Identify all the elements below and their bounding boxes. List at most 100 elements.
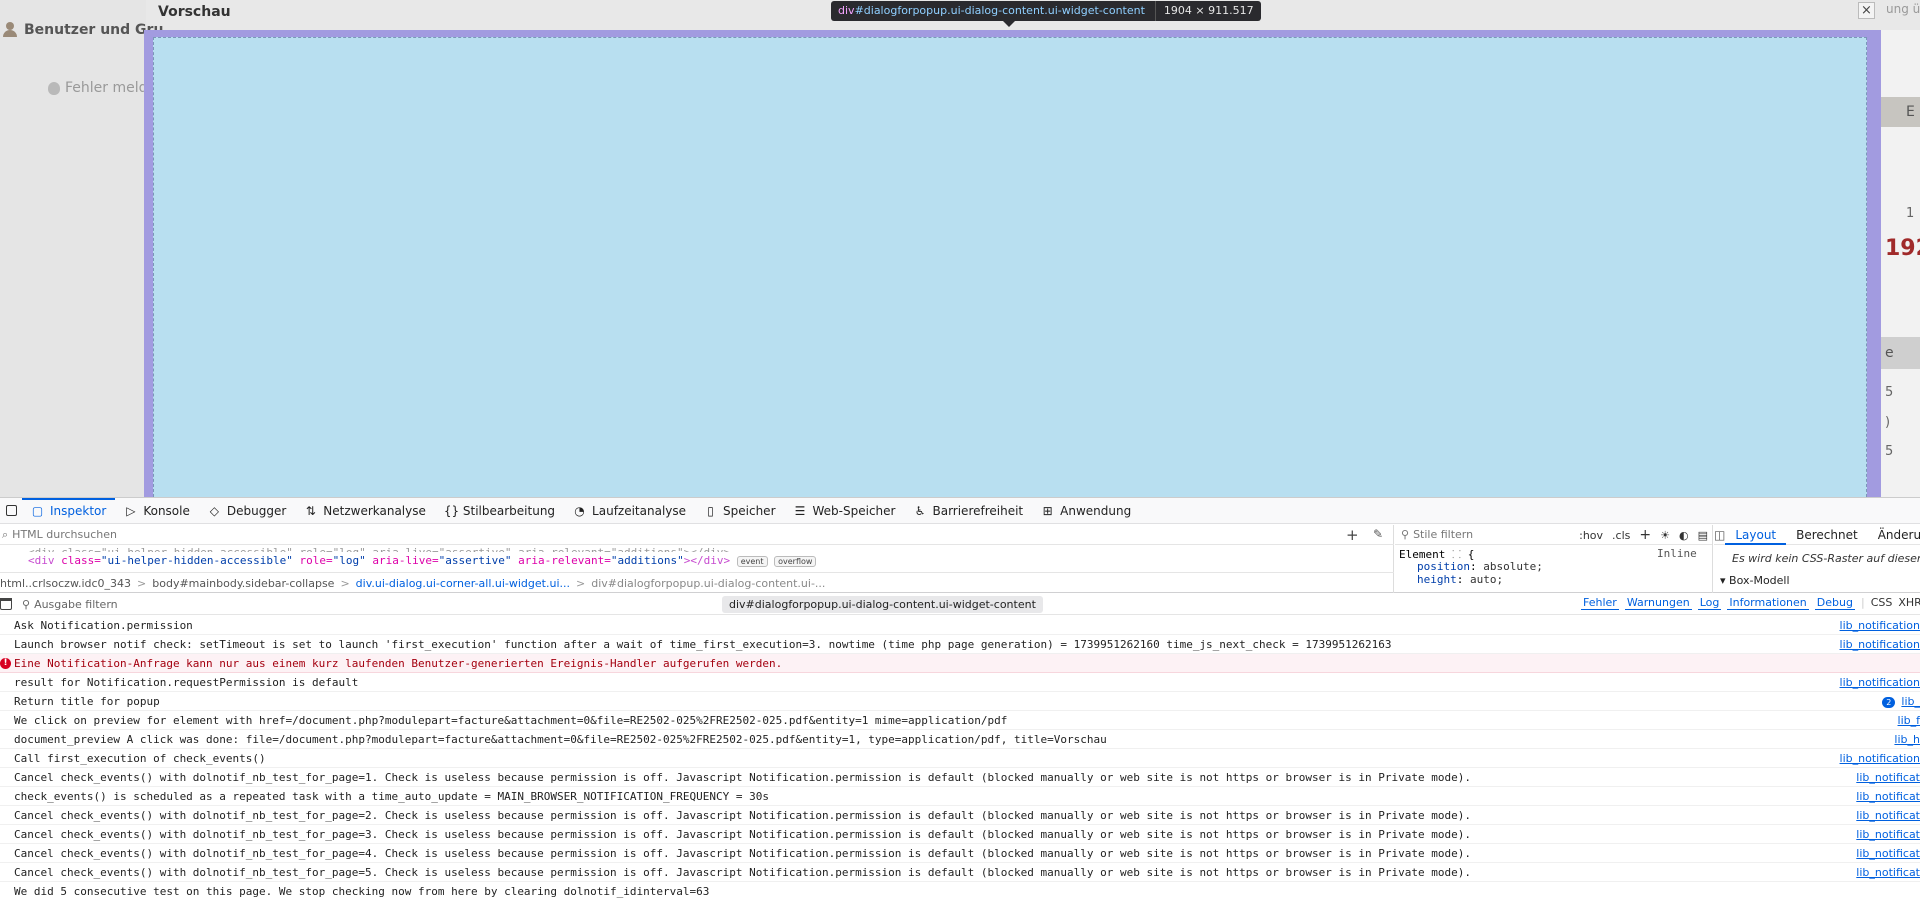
console-log-row[interactable]: We click on preview for element with hre… xyxy=(0,711,1920,730)
print-media-icon[interactable]: ▤ xyxy=(1698,529,1708,542)
console-message: Cancel check_events() with dolnotif_nb_t… xyxy=(14,866,1471,879)
rules-filter-input[interactable]: Stile filtern xyxy=(1413,528,1473,541)
source-link[interactable]: lib_notificat xyxy=(1856,828,1920,841)
console-log-row[interactable]: document_preview A click was done: file=… xyxy=(0,730,1920,749)
filter-warnings[interactable]: Warnungen xyxy=(1624,596,1692,610)
console-filter-input[interactable]: Ausgabe filtern xyxy=(34,598,118,611)
tab-icon: ▯ xyxy=(707,503,714,518)
tab-inspektor[interactable]: ▢ Inspektor xyxy=(22,498,115,524)
source-link[interactable]: lib_notificat xyxy=(1856,790,1920,803)
source-link[interactable]: lib_f xyxy=(1898,714,1920,727)
source-link[interactable]: lib_notificat xyxy=(1856,809,1920,822)
filter-xhr[interactable]: XHR xyxy=(1898,596,1920,610)
console-error-row[interactable]: ! Eine Notification-Anfrage kann nur aus … xyxy=(0,654,1920,673)
markup-attr: role= xyxy=(292,554,333,567)
markup-line[interactable]: <div class="ui-helper-hidden-accessible"… xyxy=(28,546,788,552)
css-property: position xyxy=(1417,560,1470,573)
rules-filter-bar[interactable]: ⚲ Stile filtern :hov .cls + ☀ ◐ ▤ xyxy=(1395,525,1712,545)
tab-stilbearbeitung[interactable]: {} Stilbearbeitung xyxy=(435,498,564,524)
source-link[interactable]: lib_notificat xyxy=(1856,866,1920,879)
console-log-row[interactable]: We did 5 consecutive test on this page. … xyxy=(0,882,1920,900)
markup-line[interactable]: <div class="ui-helper-hidden-accessible"… xyxy=(28,554,817,567)
console-log-row[interactable]: Cancel check_events() with dolnotif_nb_t… xyxy=(0,863,1920,882)
source-link[interactable]: lib_notification xyxy=(1840,619,1920,632)
console-message: Cancel check_events() with dolnotif_nb_t… xyxy=(14,809,1471,822)
console-log-row[interactable]: Cancel check_events() with dolnotif_nb_t… xyxy=(0,806,1920,825)
filter-errors[interactable]: Fehler xyxy=(1581,596,1619,610)
clipped-button[interactable]: E xyxy=(1881,97,1920,127)
console-log-row[interactable]: Return title for popup 2 lib_ xyxy=(0,692,1920,711)
devtools-toolbar: ▢ Inspektor ▷ Konsole ◇ Debugger ⇅ Netzwerkanal… xyxy=(0,498,1920,524)
tab-anwendung[interactable]: ⊞ Anwendung xyxy=(1032,498,1140,524)
eyedropper-icon[interactable]: ✎ xyxy=(1373,527,1383,541)
tab-layout[interactable]: Layout xyxy=(1725,525,1786,545)
dialog-content-preview xyxy=(153,37,1867,497)
markup-value: "additions" xyxy=(610,554,684,567)
console-log-row[interactable]: Launch browser notif check: setTimeout i… xyxy=(0,635,1920,654)
light-theme-icon[interactable]: ☀ xyxy=(1660,529,1670,542)
filter-css[interactable]: CSS xyxy=(1871,596,1893,610)
rule-source[interactable]: Inline xyxy=(1657,547,1697,560)
dark-theme-icon[interactable]: ◐ xyxy=(1679,529,1689,542)
tab-debugger[interactable]: ◇ Debugger xyxy=(199,498,295,524)
breadcrumb-item[interactable]: div.ui-dialog.ui-corner-all.ui-widget.ui… xyxy=(356,577,570,590)
console-log-row[interactable]: Cancel check_events() with dolnotif_nb_t… xyxy=(0,844,1920,863)
filter-debug[interactable]: Debug xyxy=(1814,596,1855,610)
background-page-right: E 1 e 5 ) 5 xyxy=(1881,30,1920,497)
source-link[interactable]: lib_notification xyxy=(1840,676,1920,689)
sidebar-item-report-bug[interactable]: Fehler melde xyxy=(48,80,156,96)
clipped-total: 192 xyxy=(1885,236,1920,261)
tab-netzwerkanalyse[interactable]: ⇅ Netzwerkanalyse xyxy=(295,498,435,524)
markup-tag: <div xyxy=(28,554,55,567)
divider: | xyxy=(1860,596,1865,609)
element-picker-icon[interactable] xyxy=(0,498,22,524)
cls-toggle[interactable]: .cls xyxy=(1612,529,1630,542)
console-message: Call first_execution of check_events() xyxy=(14,752,266,765)
layout-sidebar: ◫ Layout Berechnet Änderun Es wird kein … xyxy=(1714,525,1920,593)
breadcrumb-item-current[interactable]: div#dialogforpopup.ui-dialog-content.ui-… xyxy=(591,577,825,590)
markup-pane: ⌕ HTML durchsuchen + ✎ <div class="ui-he… xyxy=(0,525,1394,593)
box-model-header[interactable]: ▾ Box-Modell xyxy=(1720,574,1790,587)
toggle-pane-icon[interactable]: ◫ xyxy=(1714,528,1725,542)
infobar-tag: div xyxy=(838,4,855,17)
tab-speicher[interactable]: ▯ Speicher xyxy=(695,498,784,524)
trash-icon[interactable] xyxy=(0,598,12,610)
source-link[interactable]: lib_h xyxy=(1894,733,1920,746)
console-log-row[interactable]: Cancel check_events() with dolnotif_nb_t… xyxy=(0,825,1920,844)
html-search-bar[interactable]: ⌕ HTML durchsuchen + ✎ xyxy=(0,525,1394,545)
breadcrumb-separator: > xyxy=(137,576,147,590)
console-log-row[interactable]: Call first_execution of check_events() li… xyxy=(0,749,1920,768)
console-log-row[interactable]: result for Notification.requestPermissio… xyxy=(0,673,1920,692)
console-source: lib_notificat xyxy=(1852,768,1920,787)
sidebar-item-users[interactable]: Benutzer und Gru xyxy=(2,22,163,38)
filter-log[interactable]: Log xyxy=(1697,596,1722,610)
tab-computed[interactable]: Berechnet xyxy=(1786,525,1868,545)
source-link[interactable]: lib_notificat xyxy=(1856,771,1920,784)
tab-konsole[interactable]: ▷ Konsole xyxy=(115,498,199,524)
console-log-row[interactable]: check_events() is scheduled as a repeate… xyxy=(0,787,1920,806)
breadcrumb-item[interactable]: body#mainbody.sidebar-collapse xyxy=(152,577,334,590)
add-node-icon[interactable]: + xyxy=(1346,526,1359,544)
rule-declaration[interactable]: position: absolute; xyxy=(1417,560,1543,573)
console-log-row[interactable]: Cancel check_events() with dolnotif_nb_t… xyxy=(0,768,1920,787)
tab-changes[interactable]: Änderun xyxy=(1868,525,1920,545)
event-badge[interactable]: event xyxy=(736,556,768,567)
close-icon[interactable]: × xyxy=(1858,2,1875,19)
source-link[interactable]: lib_notification xyxy=(1840,752,1920,765)
console-output: Ask Notification.permission lib_notificat… xyxy=(0,616,1920,900)
add-rule-icon[interactable]: + xyxy=(1639,527,1651,543)
console-log-row[interactable]: Ask Notification.permission lib_notificat… xyxy=(0,616,1920,635)
tab-laufzeitanalyse[interactable]: ◔ Laufzeitanalyse xyxy=(564,498,695,524)
source-link[interactable]: lib_ xyxy=(1901,695,1920,708)
source-link[interactable]: lib_notification xyxy=(1840,638,1920,651)
search-input[interactable]: HTML durchsuchen xyxy=(12,528,117,541)
tab-web-speicher[interactable]: ☰ Web-Speicher xyxy=(785,498,905,524)
source-link[interactable]: lib_notificat xyxy=(1856,847,1920,860)
tab-barrierefreiheit[interactable]: ♿ Barrierefreiheit xyxy=(904,498,1032,524)
hov-toggle[interactable]: :hov xyxy=(1579,529,1603,542)
console-filter[interactable]: ⚲ Ausgabe filtern xyxy=(22,598,118,611)
overflow-badge[interactable]: overflow xyxy=(774,556,817,567)
rule-declaration[interactable]: height: auto; xyxy=(1417,573,1503,586)
filter-info[interactable]: Informationen xyxy=(1727,596,1809,610)
breadcrumb-item[interactable]: html..crlsoczw.idc0_343 xyxy=(0,577,131,590)
